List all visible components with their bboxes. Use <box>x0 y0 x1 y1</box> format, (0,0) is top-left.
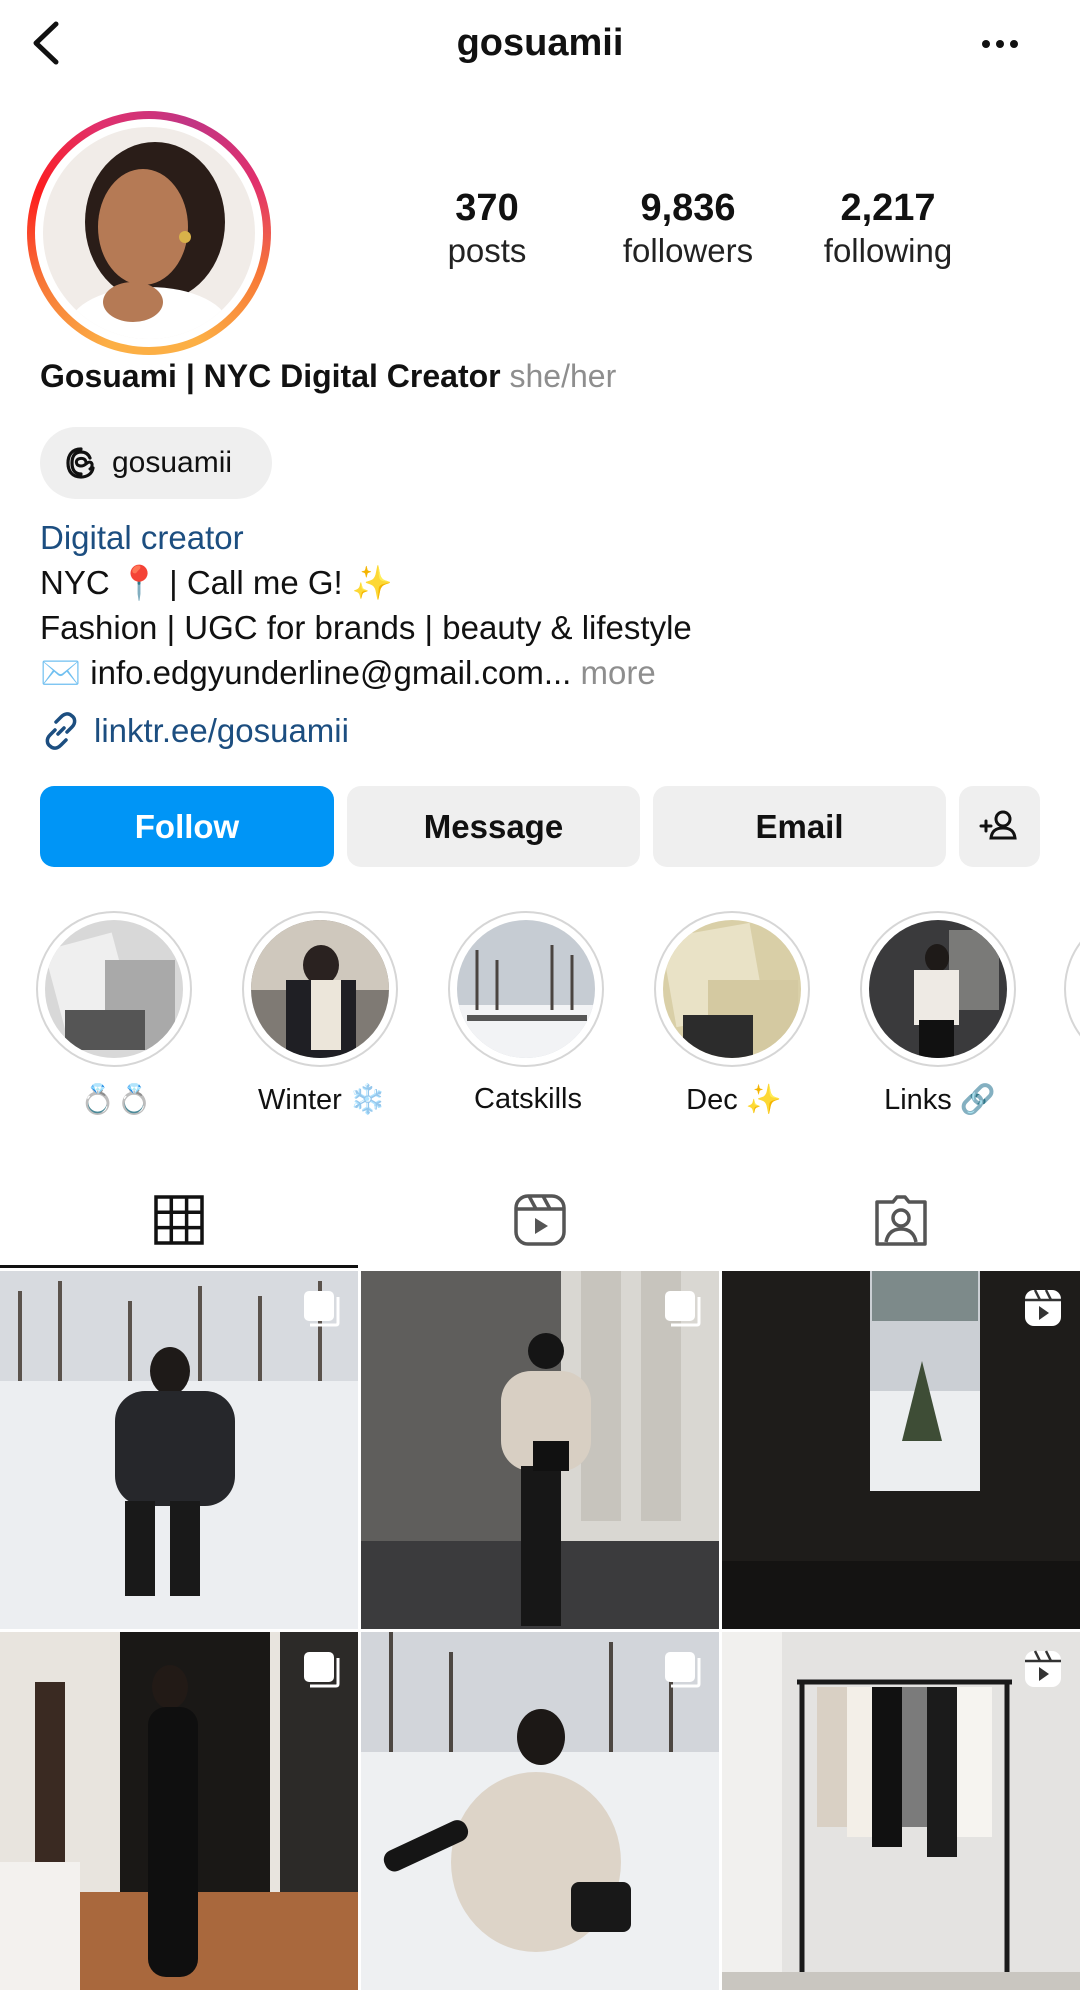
following-count[interactable]: 2,217 following <box>802 185 974 271</box>
grid-icon <box>154 1195 204 1245</box>
highlight-label: Dec ✨ <box>686 1084 782 1116</box>
ellipsis-icon <box>982 40 1018 48</box>
followers-value: 9,836 <box>640 187 736 229</box>
profile-full-name: Gosuami | NYC Digital Creator she/her <box>40 358 616 395</box>
post-thumbnail[interactable] <box>722 1632 1080 1990</box>
highlight-cover <box>251 920 389 1058</box>
following-label: following <box>823 232 953 269</box>
profile-link-text: linktr.ee/gosuamii <box>94 712 349 749</box>
carousel-icon <box>665 1652 701 1688</box>
highlight-label: Links 🔗 <box>884 1084 996 1116</box>
post-thumbnail[interactable] <box>361 1632 719 1990</box>
bio-line-1: NYC 📍 | Call me G! ✨ <box>40 564 393 601</box>
tab-reels[interactable] <box>361 1170 719 1270</box>
post-thumbnail[interactable] <box>0 1632 358 1990</box>
highlight-cover <box>457 920 595 1058</box>
bio-line-3: ✉️ info.edgyunderline@gmail.com... more <box>40 650 656 695</box>
following-value: 2,217 <box>840 187 936 229</box>
highlight-rings[interactable]: 💍💍 <box>36 911 196 1117</box>
reel-icon <box>1025 1289 1061 1326</box>
avatar-photo <box>43 127 255 339</box>
highlight-catskills[interactable]: Catskills <box>448 911 608 1116</box>
highlight-cover <box>45 920 183 1058</box>
tab-posts-grid[interactable] <box>0 1170 358 1270</box>
reel-icon <box>1025 1650 1061 1687</box>
follow-button[interactable]: Follow <box>40 786 334 867</box>
threads-badge[interactable]: gosuamii <box>40 427 272 499</box>
page-title: gosuamii <box>456 22 624 64</box>
tagged-icon <box>875 1195 927 1246</box>
highlight-winter[interactable]: Winter ❄️ <box>242 911 402 1117</box>
carousel-icon <box>304 1652 340 1688</box>
profile-category: Digital creator <box>40 519 244 556</box>
profile-link[interactable]: linktr.ee/gosuamii <box>40 710 349 752</box>
bio-line-2: Fashion | UGC for brands | beauty & life… <box>40 609 692 646</box>
active-tab-indicator <box>0 1265 358 1268</box>
followers-count[interactable]: 9,836 followers <box>600 185 776 271</box>
post-thumbnail[interactable] <box>0 1271 358 1629</box>
reels-icon <box>514 1194 566 1246</box>
highlight-label: Winter ❄️ <box>258 1084 386 1116</box>
post-thumbnail[interactable] <box>361 1271 719 1629</box>
message-button[interactable]: Message <box>347 786 640 867</box>
highlight-label: 💍💍 <box>79 1084 153 1116</box>
add-user-icon <box>979 810 1017 840</box>
highlight-links[interactable]: Links 🔗 <box>860 911 1020 1117</box>
tab-tagged[interactable] <box>722 1170 1080 1270</box>
link-icon <box>45 712 77 750</box>
profile-avatar[interactable] <box>27 111 271 355</box>
full-name-text: Gosuami | NYC Digital Creator <box>40 358 501 394</box>
carousel-icon <box>304 1291 340 1327</box>
highlight-label: Catskills <box>474 1083 582 1115</box>
email-button[interactable]: Email <box>653 786 946 867</box>
bio-email: ✉️ info.edgyunderline@gmail.com... <box>40 654 572 691</box>
threads-icon <box>66 447 95 479</box>
posts-value: 370 <box>455 187 519 229</box>
highlight-cover <box>869 920 1007 1058</box>
highlight-dec[interactable]: Dec ✨ <box>654 911 814 1117</box>
highlight-cover <box>663 920 801 1058</box>
post-thumbnail[interactable] <box>722 1271 1080 1629</box>
followers-label: followers <box>622 232 754 269</box>
posts-count[interactable]: 370 posts <box>420 185 554 271</box>
more-options-button[interactable] <box>970 16 1030 70</box>
pronouns: she/her <box>509 358 617 394</box>
threads-handle: gosuamii <box>112 446 233 479</box>
bio-more-link[interactable]: more <box>581 654 656 691</box>
highlight-partial[interactable] <box>1064 911 1080 1067</box>
posts-label: posts <box>447 232 527 269</box>
carousel-icon <box>665 1291 701 1327</box>
suggested-users-button[interactable] <box>959 786 1040 867</box>
